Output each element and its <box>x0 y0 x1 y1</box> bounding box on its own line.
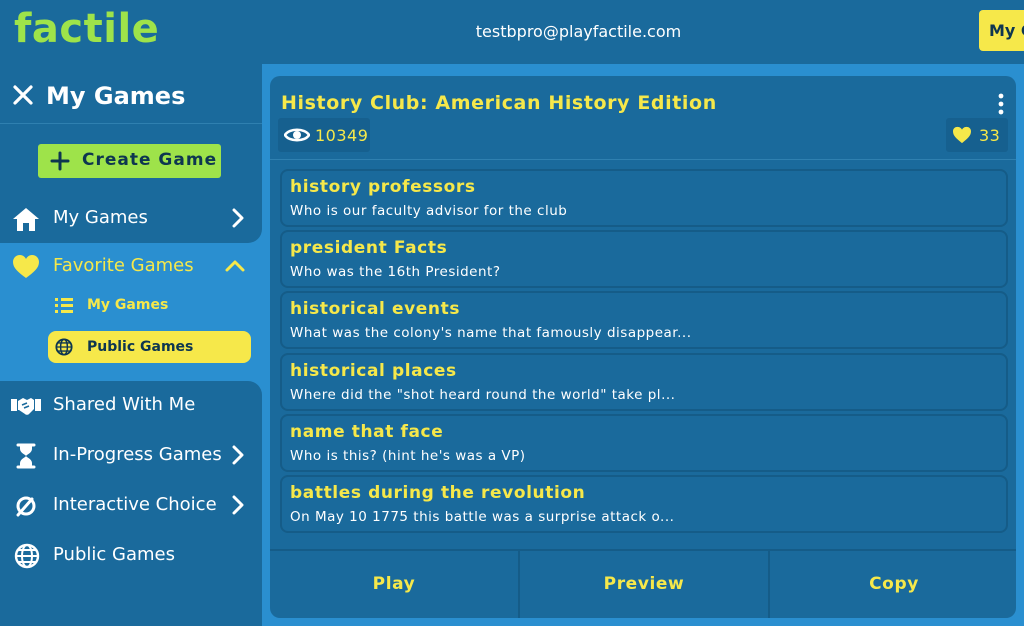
sidebar-item-label: My Games <box>53 207 148 228</box>
question-text: Who is our faculty advisor for the club <box>290 203 568 219</box>
sidebar-item-shared-with-me[interactable]: Shared With Me <box>0 382 262 428</box>
create-game-button[interactable]: Create Game <box>38 144 221 178</box>
copy-button[interactable]: Copy <box>770 551 1016 618</box>
interactive-icon <box>16 496 36 517</box>
list-icon <box>55 298 73 313</box>
question-row[interactable]: president Facts Who was the 16th Preside… <box>280 230 1008 288</box>
plus-icon <box>50 151 70 171</box>
close-icon[interactable] <box>12 84 34 106</box>
views-number: 10349 <box>315 126 369 145</box>
sidebar-title: My Games <box>46 82 186 110</box>
sidebar: My Games Create Game My Games Favorite G… <box>0 64 262 626</box>
likes-count[interactable]: 33 <box>946 118 1008 152</box>
question-category: historical events <box>290 299 461 319</box>
sidebar-item-label: Shared With Me <box>53 394 196 415</box>
sidebar-item-interactive-choice[interactable]: Interactive Choice <box>0 482 262 528</box>
my-games-header-button[interactable]: My G <box>979 10 1024 51</box>
sidebar-item-my-games[interactable]: My Games <box>0 195 262 241</box>
eye-icon <box>284 128 310 142</box>
question-row[interactable]: historical places Where did the "shot he… <box>280 353 1008 411</box>
globe-icon <box>14 543 40 569</box>
game-title: History Club: American History Edition <box>281 92 717 114</box>
question-text: What was the colony's name that famously… <box>290 325 692 341</box>
sidebar-header: My Games <box>0 64 262 124</box>
more-options-icon[interactable] <box>997 93 1005 115</box>
question-category: historical places <box>290 361 457 381</box>
views-count: 10349 <box>278 118 370 152</box>
question-row[interactable]: battles during the revolution On May 10 … <box>280 475 1008 533</box>
sidebar-item-in-progress-games[interactable]: In-Progress Games <box>0 432 262 478</box>
sidebar-item-public-games[interactable]: Public Games <box>0 532 262 578</box>
chevron-right-icon <box>232 445 244 465</box>
likes-number: 33 <box>979 126 1001 145</box>
sidebar-item-label: Interactive Choice <box>53 494 217 515</box>
question-row[interactable]: name that face Who is this? (hint he's w… <box>280 414 1008 472</box>
question-row[interactable]: historical events What was the colony's … <box>280 291 1008 349</box>
question-text: On May 10 1775 this battle was a surpris… <box>290 509 675 525</box>
sidebar-item-favorite-games[interactable]: Favorite Games <box>0 243 262 289</box>
sidebar-item-label: Public Games <box>53 544 175 565</box>
chevron-right-icon <box>232 208 244 228</box>
question-category: name that face <box>290 422 444 442</box>
top-header: factile testbpro@playfactile.com My G <box>0 0 1024 64</box>
sub-item-label: My Games <box>87 297 169 313</box>
hourglass-icon <box>16 443 36 469</box>
favorites-sub-public-games[interactable]: Public Games <box>48 331 251 363</box>
question-category: battles during the revolution <box>290 483 586 503</box>
favorites-sub-my-games[interactable]: My Games <box>48 289 251 321</box>
divider <box>270 159 1016 160</box>
handshake-icon <box>11 398 41 415</box>
question-row[interactable]: history professors Who is our faculty ad… <box>280 169 1008 227</box>
preview-button[interactable]: Preview <box>520 551 768 618</box>
sidebar-item-label: Favorite Games <box>53 255 194 276</box>
favorite-games-panel: Favorite Games My Games Public Games <box>0 243 262 381</box>
heart-icon <box>13 255 39 278</box>
question-text: Who is this? (hint he's was a VP) <box>290 448 526 464</box>
home-icon <box>13 208 39 231</box>
question-category: president Facts <box>290 238 448 258</box>
question-text: Who was the 16th President? <box>290 264 501 280</box>
user-email: testbpro@playfactile.com <box>475 22 682 41</box>
chevron-right-icon <box>232 495 244 515</box>
sub-item-label: Public Games <box>87 339 194 355</box>
question-category: history professors <box>290 177 476 197</box>
globe-icon <box>55 338 73 356</box>
heart-icon <box>953 126 971 144</box>
sidebar-item-label: In-Progress Games <box>53 444 222 465</box>
main-content: History Club: American History Edition 1… <box>262 64 1024 626</box>
question-text: Where did the "shot heard round the worl… <box>290 387 676 403</box>
game-card: History Club: American History Edition 1… <box>270 76 1016 618</box>
play-button[interactable]: Play <box>270 551 518 618</box>
sidebar-lower-section: Shared With Me In-Progress Games Interac… <box>0 381 262 626</box>
chevron-up-icon <box>225 260 245 272</box>
create-game-label: Create Game <box>82 150 218 170</box>
